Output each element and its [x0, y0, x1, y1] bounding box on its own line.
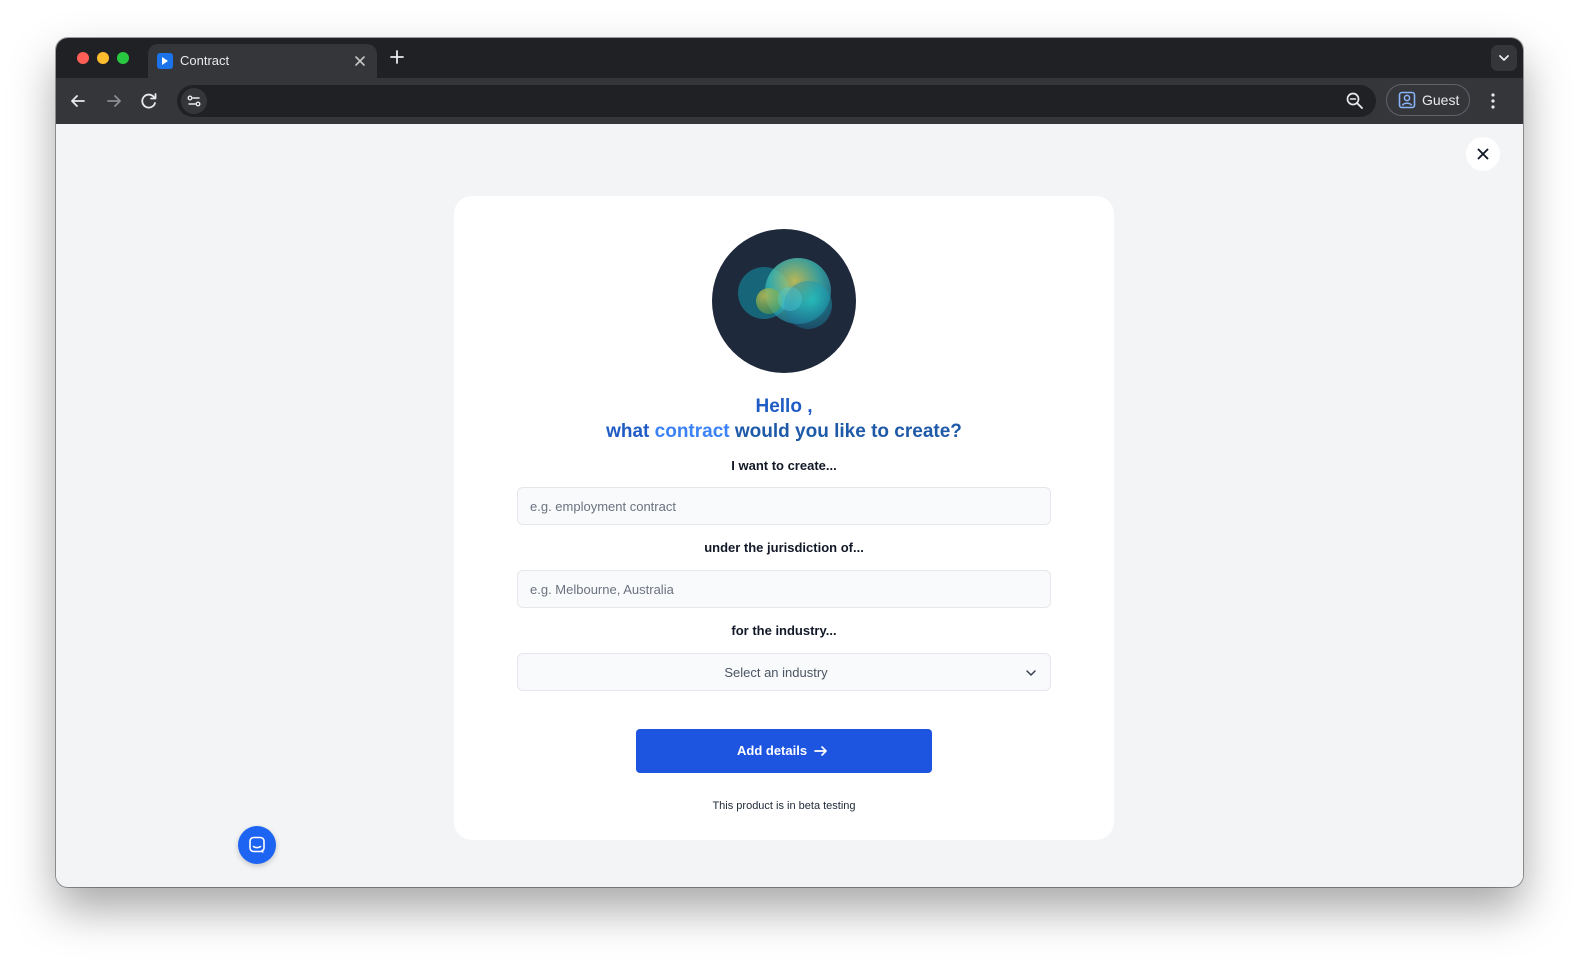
jurisdiction-label: under the jurisdiction of... — [704, 540, 864, 555]
greeting-line-2: what contract would you like to create? — [454, 419, 1114, 444]
brand-logo — [712, 229, 856, 373]
add-details-label: Add details — [737, 743, 808, 758]
maximize-window-button[interactable] — [117, 52, 129, 64]
industry-select-value: Select an industry — [724, 665, 828, 680]
add-details-button[interactable]: Add details — [636, 729, 932, 773]
site-settings-icon[interactable] — [181, 88, 207, 114]
close-window-button[interactable] — [77, 52, 89, 64]
arrow-right-icon — [107, 95, 121, 107]
forward-button[interactable] — [102, 89, 126, 113]
tab-contract[interactable]: Contract — [148, 44, 377, 78]
greeting-line-1: Hello , — [755, 396, 813, 417]
profile-label: Guest — [1422, 92, 1460, 108]
browser-window: Contract Guest Hello , what contract wou… — [56, 38, 1523, 887]
browser-toolbar: Guest — [56, 78, 1523, 124]
industry-select[interactable]: Select an industry — [517, 653, 1051, 691]
address-bar[interactable] — [177, 85, 1376, 117]
greeting-highlight: contract — [654, 421, 730, 442]
browser-menu-button[interactable] — [1482, 90, 1504, 112]
close-page-button[interactable] — [1466, 137, 1500, 171]
close-icon — [1477, 148, 1489, 160]
chat-launcher-button[interactable] — [238, 826, 276, 864]
document-icon — [157, 53, 173, 69]
tab-search-button[interactable] — [1491, 45, 1517, 71]
chevron-down-icon — [1026, 670, 1036, 676]
profile-icon — [1398, 91, 1416, 109]
more-vertical-icon — [1491, 93, 1495, 109]
industry-label: for the industry... — [731, 623, 837, 638]
beta-notice: This product is in beta testing — [712, 800, 856, 812]
reload-button[interactable] — [137, 89, 161, 113]
tab-title: Contract — [180, 53, 230, 68]
page-viewport: Hello , what contract would you like to … — [56, 124, 1523, 887]
jurisdiction-input[interactable] — [517, 570, 1051, 608]
greeting-heading: Hello , what contract would you like to … — [454, 394, 1114, 444]
arrow-left-icon — [71, 95, 85, 107]
greeting-line-2-end: would you like to create? — [729, 421, 962, 442]
greeting-line-2-start: what — [606, 421, 655, 442]
contract-type-label: I want to create... — [731, 458, 837, 473]
orb-logo-icon — [738, 258, 832, 329]
chevron-down-icon — [1499, 55, 1509, 61]
back-button[interactable] — [66, 89, 90, 113]
close-tab-icon[interactable] — [351, 52, 369, 70]
chat-icon — [249, 836, 265, 853]
zoom-icon[interactable] — [1344, 90, 1366, 112]
profile-button[interactable]: Guest — [1386, 84, 1470, 116]
contract-wizard-card: Hello , what contract would you like to … — [454, 196, 1114, 840]
reload-icon — [141, 93, 157, 109]
arrow-right-icon — [814, 746, 827, 756]
contract-type-input[interactable] — [517, 487, 1051, 525]
new-tab-button[interactable] — [386, 46, 408, 68]
minimize-window-button[interactable] — [97, 52, 109, 64]
tab-bar: Contract — [56, 38, 1523, 78]
